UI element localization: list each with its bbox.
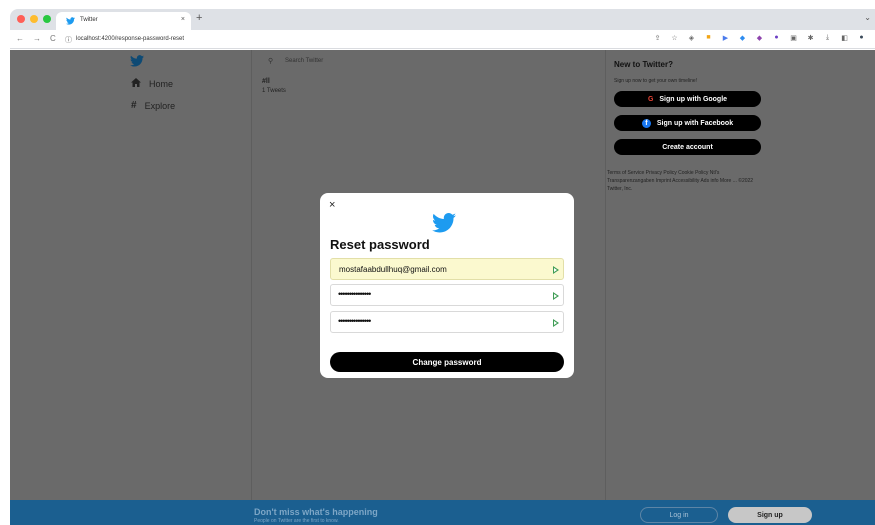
signup-button[interactable]: Sign up xyxy=(728,507,812,523)
create-account-label: Create account xyxy=(662,143,713,151)
google-signup-label: Sign up with Google xyxy=(659,95,728,103)
login-button[interactable]: Log in xyxy=(640,507,718,523)
extension-icon[interactable]: ◆ xyxy=(755,34,764,42)
sidebar-item-label: Home xyxy=(149,78,174,89)
password-manager-icon[interactable] xyxy=(553,292,559,300)
change-password-button[interactable]: Change password xyxy=(330,352,564,372)
tab-close-icon[interactable]: × xyxy=(181,16,185,23)
banner-subtitle: People on Twitter are the first to know. xyxy=(254,518,339,524)
search-icon: ⚲ xyxy=(268,58,274,65)
create-account-button[interactable]: Create account xyxy=(614,139,761,155)
reload-button[interactable]: C xyxy=(50,34,56,43)
share-icon[interactable]: ⇪ xyxy=(653,34,662,42)
sidebar-item-label: Explore xyxy=(144,100,176,111)
search-placeholder: Search Twitter xyxy=(285,58,324,64)
extension-icon[interactable]: ◈ xyxy=(687,34,696,42)
bookmark-star-icon[interactable]: ☆ xyxy=(670,34,679,42)
extension-icon[interactable]: ▣ xyxy=(789,34,798,42)
sidepanel-icon[interactable]: ◧ xyxy=(840,34,849,42)
tab-search-icon[interactable]: ⌄ xyxy=(864,13,871,22)
download-icon[interactable]: ⤓ xyxy=(823,34,832,42)
browser-tab[interactable]: Twitter × xyxy=(56,12,191,30)
minimize-window-button[interactable] xyxy=(30,15,38,23)
trend-tweet-count: 1 Tweets xyxy=(262,88,286,94)
signup-banner: Don't miss what's happening People on Tw… xyxy=(10,500,875,525)
address-bar[interactable]: ⓘ localhost:4200/response-password-reset xyxy=(62,33,652,46)
password-mask: ••••••••••••••• xyxy=(338,289,371,299)
extension-icon[interactable]: ◆ xyxy=(738,34,747,42)
new-tab-button[interactable]: + xyxy=(196,12,202,24)
confirm-password-field[interactable]: ••••••••••••••• xyxy=(330,311,564,333)
sidebar-item-home[interactable]: Home xyxy=(131,78,173,89)
nav-buttons: ← → C xyxy=(16,34,56,43)
extension-icon[interactable]: ● xyxy=(772,34,781,42)
tab-bar: Twitter × + ⌄ xyxy=(10,9,875,30)
forward-button[interactable]: → xyxy=(33,34,41,43)
password-manager-icon[interactable] xyxy=(553,266,559,274)
close-icon[interactable]: × xyxy=(329,199,335,211)
twitter-logo-icon[interactable] xyxy=(130,54,144,72)
facebook-icon: f xyxy=(641,118,651,128)
trend-hashtag[interactable]: #ll xyxy=(262,78,270,85)
home-icon xyxy=(131,78,141,89)
confirm-password-mask: ••••••••••••••• xyxy=(338,316,371,326)
twitter-logo-icon xyxy=(432,213,456,238)
maximize-window-button[interactable] xyxy=(43,15,51,23)
extension-icon[interactable]: ▶ xyxy=(721,34,730,42)
email-field[interactable]: mostafaabdullhuq@gmail.com xyxy=(330,258,564,280)
close-window-button[interactable] xyxy=(17,15,25,23)
puzzle-icon[interactable]: ✱ xyxy=(806,34,815,42)
facebook-signup-label: Sign up with Facebook xyxy=(656,119,734,127)
reset-password-modal: × Reset password mostafaabdullhuq@gmail.… xyxy=(320,193,574,378)
site-info-icon[interactable]: ⓘ xyxy=(65,35,72,45)
email-value: mostafaabdullhuq@gmail.com xyxy=(339,265,447,274)
sidebar-item-explore[interactable]: # Explore xyxy=(131,100,175,111)
extension-icon[interactable]: ■ xyxy=(704,34,713,42)
window-controls xyxy=(17,15,51,23)
signup-panel-subtitle: Sign up now to get your own timeline! xyxy=(614,78,698,84)
tab-title: Twitter xyxy=(80,17,98,23)
banner-title: Don't miss what's happening xyxy=(254,507,378,517)
password-manager-icon[interactable] xyxy=(553,319,559,327)
profile-avatar[interactable]: ● xyxy=(857,34,866,42)
google-icon: G xyxy=(647,95,654,103)
extension-icons: ⇪ ☆ ◈ ■ ▶ ◆ ◆ ● ▣ ✱ ⤓ ◧ ● ⋮ xyxy=(653,34,875,42)
twitter-favicon-icon xyxy=(66,17,75,27)
footer-links[interactable]: Terms of Service Privacy Policy Cookie P… xyxy=(607,169,767,193)
url-text: localhost:4200/response-password-reset xyxy=(76,36,185,42)
facebook-signup-button[interactable]: f Sign up with Facebook xyxy=(614,115,761,131)
browser-toolbar: ← → C ⓘ localhost:4200/response-password… xyxy=(10,30,875,49)
modal-title: Reset password xyxy=(330,237,430,252)
back-button[interactable]: ← xyxy=(16,34,24,43)
new-password-field[interactable]: ••••••••••••••• xyxy=(330,284,564,306)
signup-panel-title: New to Twitter? xyxy=(614,60,673,69)
search-input[interactable]: ⚲ Search Twitter xyxy=(263,55,593,69)
google-signup-button[interactable]: G Sign up with Google xyxy=(614,91,761,107)
hashtag-icon: # xyxy=(131,100,137,111)
